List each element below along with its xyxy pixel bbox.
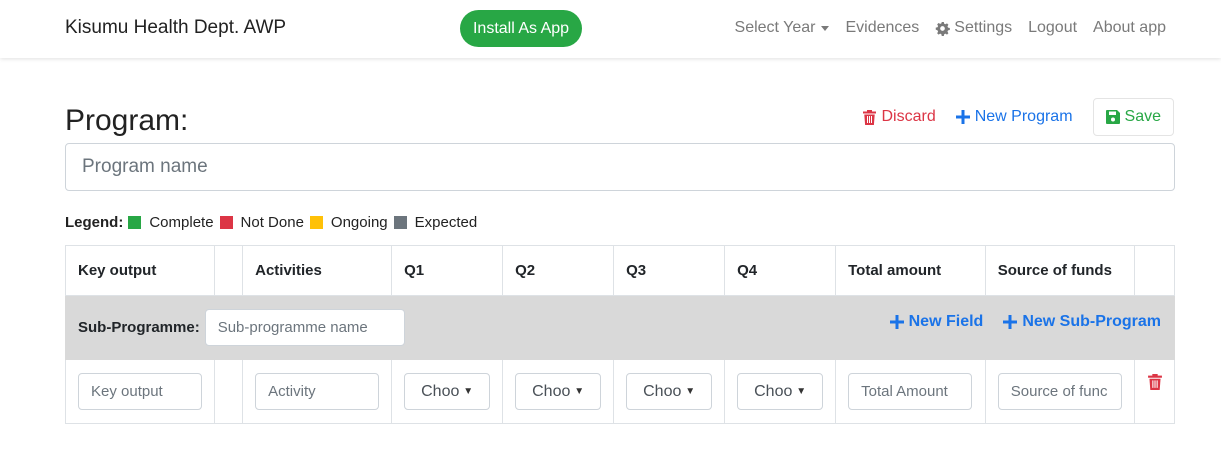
header-key-output: Key output <box>65 245 215 296</box>
sub-programme-label: Sub-Programme: <box>78 319 200 336</box>
q3-select[interactable]: Choo ▼ <box>626 373 713 410</box>
new-program-label: New Program <box>974 108 1073 125</box>
legend-item-ongoing: Ongoing <box>309 214 388 231</box>
settings-link[interactable]: Settings <box>935 19 1012 37</box>
activity-input[interactable] <box>255 373 380 410</box>
select-year-dropdown[interactable]: Select Year <box>735 19 830 37</box>
q4-select[interactable]: Choo ▼ <box>737 373 824 410</box>
header-actions <box>1134 245 1175 296</box>
select-year-label: Select Year <box>734 19 816 36</box>
new-sub-program-label: New Sub-Program <box>1022 313 1161 330</box>
page-title: Program: <box>65 104 189 137</box>
gear-icon <box>936 21 951 36</box>
key-output-cell <box>65 359 215 424</box>
expected-swatch <box>393 216 407 229</box>
trash-icon <box>863 109 877 125</box>
navbar: Kisumu Health Dept. AWP Install As App S… <box>0 0 1221 58</box>
q2-select[interactable]: Choo ▼ <box>515 373 602 410</box>
brand-title[interactable]: Kisumu Health Dept. AWP <box>65 17 286 39</box>
header-q3: Q3 <box>613 245 726 296</box>
new-field-button[interactable]: New Field <box>889 313 984 331</box>
q2-value: Choo <box>532 382 571 400</box>
legend-item-not-done: Not Done <box>219 214 304 231</box>
settings-label: Settings <box>954 19 1013 36</box>
table-row: Choo ▼ Choo ▼ Choo ▼ Choo ▼ <box>65 359 1175 424</box>
sub-programme-name-input[interactable] <box>204 309 405 346</box>
discard-label: Discard <box>881 108 936 125</box>
select-arrow-icon: ▼ <box>685 386 696 397</box>
activity-cell <box>242 359 393 424</box>
new-sub-program-button[interactable]: New Sub-Program <box>1003 313 1161 331</box>
legend-label: Not Done <box>240 214 304 231</box>
header-q2: Q2 <box>502 245 615 296</box>
header-source-of-funds: Source of funds <box>984 245 1136 296</box>
caret-down-icon <box>821 25 830 31</box>
discard-button[interactable]: Discard <box>863 108 936 126</box>
plus-icon <box>955 110 970 124</box>
evidences-link[interactable]: Evidences <box>845 19 919 37</box>
select-arrow-icon: ▼ <box>463 386 474 397</box>
legend-title: Legend: <box>65 214 124 231</box>
header-q4: Q4 <box>724 245 837 296</box>
complete-swatch <box>128 216 142 229</box>
ongoing-swatch <box>309 216 323 229</box>
sub-programme-row: Sub-Programme: New Field <box>65 295 1175 360</box>
new-program-button[interactable]: New Program <box>955 108 1073 126</box>
legend-item-expected: Expected <box>393 214 478 231</box>
total-amount-input[interactable] <box>848 373 973 410</box>
sub-programme-cell: Sub-Programme: New Field <box>65 295 1175 360</box>
source-of-funds-cell <box>984 359 1136 424</box>
not-done-swatch <box>219 216 233 229</box>
floppy-disk-icon <box>1105 110 1120 124</box>
q4-cell: Choo ▼ <box>724 359 837 424</box>
header-q1: Q1 <box>391 245 504 296</box>
about-link[interactable]: About app <box>1093 19 1166 37</box>
total-amount-cell <box>835 359 986 424</box>
save-button[interactable]: Save <box>1092 98 1174 136</box>
q1-cell: Choo ▼ <box>391 359 504 424</box>
q1-value: Choo <box>421 382 460 400</box>
plus-icon <box>889 315 904 329</box>
source-of-funds-input[interactable] <box>997 373 1122 410</box>
row-delete-cell <box>1134 359 1175 424</box>
legend-label: Complete <box>149 214 214 231</box>
plus-icon <box>1003 315 1018 329</box>
select-arrow-icon: ▼ <box>574 386 585 397</box>
q4-value: Choo <box>754 382 793 400</box>
key-output-input[interactable] <box>78 373 202 410</box>
q3-value: Choo <box>643 382 682 400</box>
table-header-row: Key output Activities Q1 Q2 Q3 Q4 Total … <box>65 245 1175 296</box>
sub-programme-actions: New Field New Sub-Program <box>889 313 1161 331</box>
install-app-button[interactable]: Install As App <box>460 10 582 47</box>
legend-item-complete: Complete <box>128 214 214 231</box>
q3-cell: Choo ▼ <box>613 359 726 424</box>
program-table: Key output Activities Q1 Q2 Q3 Q4 Total … <box>65 245 1175 424</box>
program-name-input[interactable] <box>65 143 1175 191</box>
q1-select[interactable]: Choo ▼ <box>404 373 491 410</box>
header-activities: Activities <box>242 245 393 296</box>
header-blank <box>213 245 244 296</box>
delete-row-trash-icon[interactable] <box>1147 374 1162 390</box>
nav-links: Select Year Evidences Settings Logout Ab… <box>735 19 1166 37</box>
legend: Legend: Complete Not Done Ongoing Expect… <box>65 214 483 231</box>
legend-label: Ongoing <box>330 214 388 231</box>
logout-link[interactable]: Logout <box>1028 19 1077 37</box>
header-total-amount: Total amount <box>835 245 986 296</box>
save-label: Save <box>1124 108 1161 125</box>
select-arrow-icon: ▼ <box>796 386 807 397</box>
new-field-label: New Field <box>908 313 984 330</box>
blank-cell <box>213 359 244 424</box>
program-actions: Discard New Program Save <box>863 98 1174 136</box>
legend-label: Expected <box>414 214 478 231</box>
q2-cell: Choo ▼ <box>502 359 615 424</box>
